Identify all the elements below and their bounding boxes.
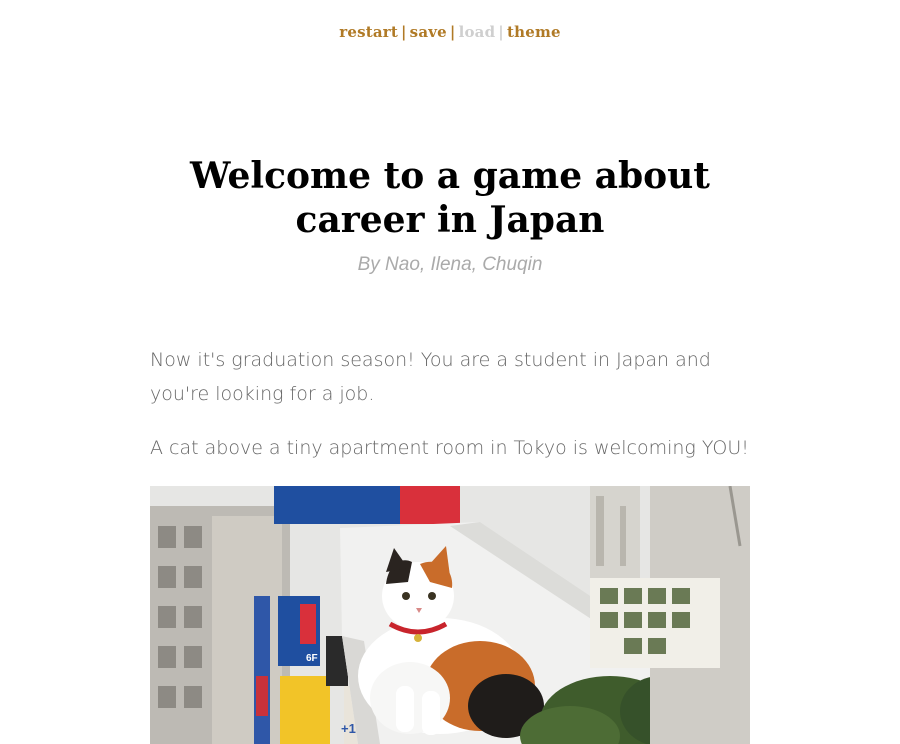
nav-separator: | xyxy=(401,23,407,41)
story-text: Now it's graduation season! You are a st… xyxy=(150,343,750,485)
image-sign-text: +1 xyxy=(341,721,356,736)
story-paragraph: A cat above a tiny apartment room in Tok… xyxy=(150,437,749,459)
restart-link[interactable]: restart xyxy=(339,23,398,41)
top-nav: restart | save | load | theme xyxy=(0,23,900,41)
load-link: load xyxy=(458,23,496,41)
page-title: Welcome to a game about career in Japan xyxy=(190,155,710,241)
save-link[interactable]: save xyxy=(410,23,447,41)
image-sign-text: 6F xyxy=(306,653,318,664)
nav-separator: | xyxy=(498,23,504,41)
theme-link[interactable]: theme xyxy=(507,23,561,41)
nav-separator: | xyxy=(449,23,456,41)
author-byline: By Nao, Ilena, Chuqin xyxy=(357,254,543,275)
tokyo-cat-billboard-image: +1 6F xyxy=(150,486,750,744)
story-paragraph: Now it's graduation season! You are a st… xyxy=(150,349,711,405)
